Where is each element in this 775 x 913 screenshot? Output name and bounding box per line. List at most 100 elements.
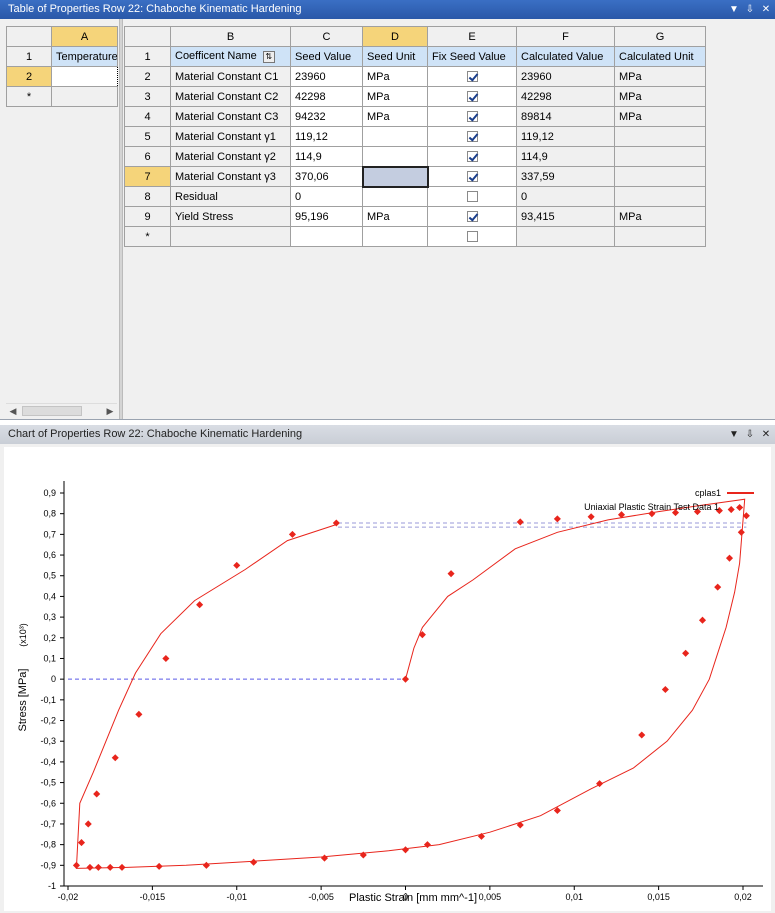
column-header-e[interactable]: E bbox=[427, 26, 517, 47]
calculated-value-header[interactable]: Calculated Value bbox=[516, 46, 615, 67]
pin-icon[interactable]: ⇩ bbox=[743, 0, 757, 19]
seed-value-cell[interactable]: 95,196 bbox=[290, 206, 363, 227]
panel-splitter[interactable] bbox=[119, 19, 123, 419]
scroll-right-icon[interactable]: ▶ bbox=[103, 404, 117, 418]
coefficients-table: B C D E F G 1 Coefficent Name ⇅ Seed Valu… bbox=[124, 26, 706, 247]
row-header[interactable]: 8 bbox=[124, 186, 171, 207]
fix-seed-checkbox[interactable] bbox=[466, 111, 478, 123]
fix-seed-checkbox[interactable] bbox=[466, 131, 478, 143]
calculated-unit-cell: MPa bbox=[614, 206, 706, 227]
table-row: 2 Material Constant C1 23960 MPa 23960 MPa bbox=[124, 66, 706, 87]
fix-seed-checkbox[interactable] bbox=[466, 171, 478, 183]
seed-value-header[interactable]: Seed Value bbox=[290, 46, 363, 67]
row-header[interactable]: 1 bbox=[6, 46, 52, 67]
pin-icon[interactable]: ⇩ bbox=[743, 425, 757, 444]
sort-filter-icon[interactable]: ⇅ bbox=[262, 50, 275, 63]
y-tick-label: 0,4 bbox=[43, 591, 56, 601]
row-header[interactable]: 2 bbox=[124, 66, 171, 87]
seed-unit-cell[interactable] bbox=[362, 126, 428, 147]
column-header-a[interactable]: A bbox=[51, 26, 118, 47]
fix-seed-value-cell[interactable] bbox=[427, 206, 517, 227]
seed-value-cell[interactable]: 370,06 bbox=[290, 166, 363, 187]
seed-value-cell[interactable]: 94232 bbox=[290, 106, 363, 127]
calculated-value-cell: 23960 bbox=[516, 66, 615, 87]
seed-value-cell[interactable]: 119,12 bbox=[290, 126, 363, 147]
coefficient-name-header[interactable]: Coefficent Name ⇅ bbox=[170, 46, 291, 67]
fix-seed-value-cell[interactable] bbox=[427, 186, 517, 207]
table-row: 7 Material Constant γ3 370,06 337,59 bbox=[124, 165, 706, 188]
panel-menu-dropdown-icon[interactable]: ▼ bbox=[727, 0, 741, 19]
coefficient-name-cell: Material Constant C3 bbox=[170, 106, 291, 127]
temperature-value-cell[interactable] bbox=[51, 66, 118, 87]
y-tick-label: -0,3 bbox=[40, 736, 56, 746]
seed-unit-cell[interactable]: MPa bbox=[362, 206, 428, 227]
row-header[interactable]: 1 bbox=[124, 46, 171, 67]
fix-seed-value-cell[interactable] bbox=[427, 126, 517, 147]
fix-seed-checkbox[interactable] bbox=[466, 191, 478, 203]
seed-unit-cell[interactable] bbox=[362, 226, 428, 247]
seed-value-cell[interactable]: 114,9 bbox=[290, 146, 363, 167]
fix-seed-checkbox[interactable] bbox=[466, 71, 478, 83]
seed-value-cell[interactable]: 23960 bbox=[290, 66, 363, 87]
fix-seed-checkbox[interactable] bbox=[466, 151, 478, 163]
seed-value-cell[interactable]: 42298 bbox=[290, 86, 363, 107]
horizontal-scrollbar[interactable]: ◀ ▶ bbox=[6, 403, 117, 417]
seed-unit-cell[interactable] bbox=[361, 165, 429, 188]
fix-seed-value-header[interactable]: Fix Seed Value bbox=[427, 46, 517, 67]
scroll-left-icon[interactable]: ◀ bbox=[6, 404, 20, 418]
y-tick-label: -1 bbox=[48, 881, 56, 891]
row-header[interactable]: 5 bbox=[124, 126, 171, 147]
seed-value-cell[interactable] bbox=[290, 226, 363, 247]
y-tick-label: 0,1 bbox=[43, 653, 56, 663]
calculated-unit-cell: MPa bbox=[614, 106, 706, 127]
coefficient-name-cell: Material Constant γ1 bbox=[170, 126, 291, 147]
column-header-g[interactable]: G bbox=[614, 26, 706, 47]
row-header-selected[interactable]: 2 bbox=[6, 66, 52, 87]
close-icon[interactable]: ✕ bbox=[759, 425, 773, 444]
row-header[interactable]: * bbox=[124, 226, 171, 247]
fix-seed-value-cell[interactable] bbox=[427, 146, 517, 167]
new-row-cell[interactable] bbox=[51, 86, 118, 107]
fix-seed-checkbox[interactable] bbox=[466, 91, 478, 103]
calculated-unit-header[interactable]: Calculated Unit bbox=[614, 46, 706, 67]
row-header[interactable]: 7 bbox=[124, 166, 171, 187]
svg-text:Stress [MPa]: Stress [MPa] bbox=[17, 669, 29, 732]
fix-seed-checkbox[interactable] bbox=[466, 231, 478, 243]
column-header-f[interactable]: F bbox=[516, 26, 615, 47]
calculated-unit-cell bbox=[614, 166, 706, 187]
calculated-value-cell: 93,415 bbox=[516, 206, 615, 227]
calculated-unit-cell bbox=[614, 186, 706, 207]
row-header[interactable]: 4 bbox=[124, 106, 171, 127]
panel-menu-dropdown-icon[interactable]: ▼ bbox=[727, 425, 741, 444]
fix-seed-value-cell[interactable] bbox=[427, 86, 517, 107]
close-icon[interactable]: ✕ bbox=[759, 0, 773, 19]
scroll-thumb[interactable] bbox=[22, 406, 82, 416]
fix-seed-value-cell[interactable] bbox=[427, 66, 517, 87]
column-header-b[interactable]: B bbox=[170, 26, 291, 47]
seed-unit-cell[interactable]: MPa bbox=[362, 86, 428, 107]
seed-value-cell[interactable]: 0 bbox=[290, 186, 363, 207]
temperature-header-cell[interactable]: Temperature bbox=[51, 46, 118, 67]
new-row-header[interactable]: * bbox=[6, 86, 52, 107]
chart-panel-title: Chart of Properties Row 22: Chaboche Kin… bbox=[8, 428, 303, 440]
table-row: 3 Material Constant C2 42298 MPa 42298 MPa bbox=[124, 86, 706, 107]
row-header[interactable]: 6 bbox=[124, 146, 171, 167]
chart-panel-titlebar: Chart of Properties Row 22: Chaboche Kin… bbox=[0, 425, 775, 444]
seed-unit-cell[interactable] bbox=[362, 186, 428, 207]
fix-seed-value-cell[interactable] bbox=[427, 106, 517, 127]
fix-seed-checkbox[interactable] bbox=[466, 211, 478, 223]
row-header[interactable]: 9 bbox=[124, 206, 171, 227]
column-header-d[interactable]: D bbox=[362, 26, 428, 47]
column-header-c[interactable]: C bbox=[290, 26, 363, 47]
legend-label-test-data: Uniaxial Plastic Strain Test Data 1 bbox=[584, 502, 719, 512]
y-axis-multiplier: (x10³) bbox=[18, 623, 28, 647]
x-tick-label: -0,015 bbox=[140, 892, 166, 902]
fix-seed-value-cell[interactable] bbox=[427, 166, 517, 187]
seed-unit-cell[interactable] bbox=[362, 146, 428, 167]
seed-unit-cell[interactable]: MPa bbox=[362, 106, 428, 127]
fix-seed-value-cell[interactable] bbox=[427, 226, 517, 247]
seed-unit-cell[interactable]: MPa bbox=[362, 66, 428, 87]
seed-unit-header[interactable]: Seed Unit bbox=[362, 46, 428, 67]
y-tick-label: -0,5 bbox=[40, 778, 56, 788]
row-header[interactable]: 3 bbox=[124, 86, 171, 107]
